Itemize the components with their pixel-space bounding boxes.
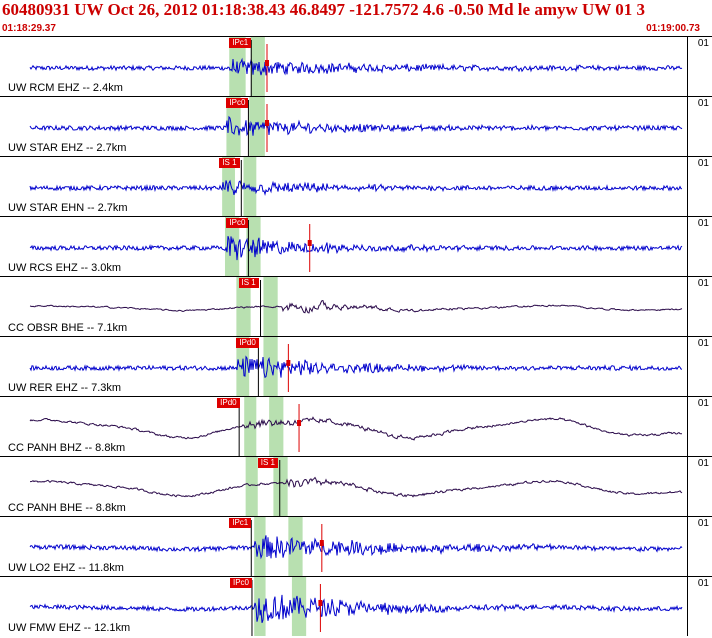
seismogram-panels: IPc1 01 UW RCM EHZ -- 2.4km IPc0 01 UW STAR E… — [0, 36, 712, 638]
phase-window — [245, 457, 258, 516]
amplitude-tick — [319, 540, 324, 546]
channel-code: 01 — [697, 458, 709, 469]
waveform-trace — [29, 535, 683, 560]
amplitude-tick — [265, 60, 269, 66]
station-label: CC OBSR BHE -- 7.1km — [8, 322, 128, 334]
waveform-trace — [29, 57, 683, 76]
trace-panel[interactable]: IPd0 01 CC PANH BHZ -- 8.8km — [0, 396, 712, 456]
channel-code: 01 — [697, 278, 709, 289]
trace-panel[interactable]: IS 1 01 CC PANH BHE -- 8.8km — [0, 456, 712, 516]
pick-label[interactable]: IPd0 — [236, 338, 259, 348]
amplitude-tick — [265, 120, 269, 126]
amplitude-tick — [318, 600, 323, 606]
trace-panel[interactable]: IS 1 01 UW STAR EHN -- 2.7km — [0, 156, 712, 216]
waveform-trace — [29, 179, 683, 196]
station-label: UW RER EHZ -- 7.3km — [8, 382, 122, 394]
station-label: UW RCM EHZ -- 2.4km — [8, 82, 123, 94]
channel-code: 01 — [697, 578, 709, 589]
station-label: UW STAR EHN -- 2.7km — [8, 202, 128, 214]
waveform-trace — [29, 115, 683, 137]
pick-label[interactable]: IPc0 — [226, 218, 249, 228]
trace-panel[interactable]: IS 1 01 CC OBSR BHE -- 7.1km — [0, 276, 712, 336]
waveform-trace — [29, 235, 683, 261]
trace-panel[interactable]: IPc0 01 UW RCS EHZ -- 3.0km — [0, 216, 712, 276]
waveform-trace — [29, 355, 683, 379]
pick-label[interactable]: IS 1 — [238, 278, 259, 288]
station-label: UW RCS EHZ -- 3.0km — [8, 262, 122, 274]
station-label: UW STAR EHZ -- 2.7km — [8, 142, 127, 154]
record-title: 60480931 UW Oct 26, 2012 01:18:38.43 46.… — [2, 0, 645, 19]
station-label: CC PANH BHE -- 8.8km — [8, 502, 126, 514]
amplitude-tick — [307, 240, 312, 246]
channel-code: 01 — [697, 338, 709, 349]
trace-panel[interactable]: IPc1 01 UW LO2 EHZ -- 11.8km — [0, 516, 712, 576]
start-time: 01:18:29.37 — [2, 23, 56, 34]
waveform-trace — [29, 300, 683, 314]
trace-panel[interactable]: IPd0 01 UW RER EHZ -- 7.3km — [0, 336, 712, 396]
trace-panel[interactable]: IPc1 01 UW RCM EHZ -- 2.4km — [0, 36, 712, 96]
pick-label[interactable]: IPd0 — [217, 398, 240, 408]
amplitude-tick — [286, 360, 291, 366]
phase-window — [269, 397, 284, 456]
pick-label[interactable]: IS 1 — [257, 458, 278, 468]
channel-code: 01 — [697, 518, 709, 529]
pick-label[interactable]: IPc1 — [229, 518, 252, 528]
trace-panel[interactable]: IPc0 01 UW FMW EHZ -- 12.1km — [0, 576, 712, 636]
channel-code: 01 — [697, 38, 709, 49]
channel-code: 01 — [697, 158, 709, 169]
channel-code: 01 — [697, 98, 709, 109]
pick-label[interactable]: IPc0 — [229, 578, 252, 588]
end-time: 01:19:00.73 — [646, 23, 700, 34]
phase-window — [243, 157, 257, 216]
waveform-trace — [30, 476, 683, 498]
pick-label[interactable]: IS 1 — [219, 158, 240, 168]
pick-label[interactable]: IPc0 — [226, 98, 249, 108]
channel-code: 01 — [697, 218, 709, 229]
station-label: UW LO2 EHZ -- 11.8km — [8, 562, 124, 574]
station-label: UW FMW EHZ -- 12.1km — [8, 622, 131, 634]
station-label: CC PANH BHZ -- 8.8km — [8, 442, 126, 454]
channel-code: 01 — [697, 398, 709, 409]
pick-label[interactable]: IPc1 — [229, 38, 252, 48]
waveform-trace — [29, 416, 683, 441]
trace-panel[interactable]: IPc0 01 UW STAR EHZ -- 2.7km — [0, 96, 712, 156]
waveform-trace — [29, 594, 683, 623]
amplitude-tick — [297, 420, 302, 426]
